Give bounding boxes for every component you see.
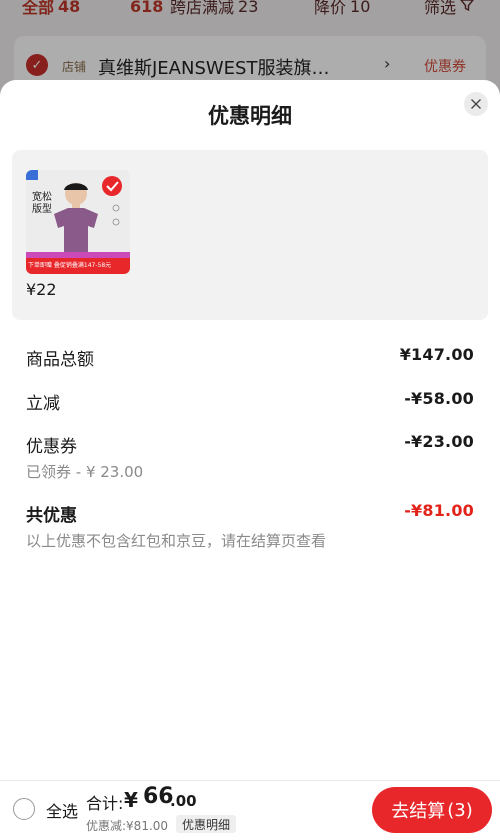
checkout-label: 去结算 xyxy=(391,801,446,822)
product-image xyxy=(26,170,130,274)
select-all-radio[interactable] xyxy=(13,798,35,820)
coupon-label: 优惠券 xyxy=(26,437,77,457)
instant-discount-label: 立减 xyxy=(26,394,60,414)
product-badge-line1: 宽松 xyxy=(32,192,52,203)
product-thumbnail[interactable]: 宽松 版型 下单即赠 叠促销叠满147-58元 xyxy=(26,170,130,274)
discount-detail-sheet: 优惠明细 宽松 版型 下单即赠 叠促销叠满147-58元 ¥22 商品总额 ¥1… xyxy=(0,80,500,780)
discount-summary: 优惠减:¥81.00 xyxy=(86,819,169,833)
coupon-note: 已领券 - ¥ 23.00 xyxy=(26,463,144,481)
instant-discount-value: -¥58.00 xyxy=(404,389,474,408)
close-icon xyxy=(470,95,482,114)
close-button[interactable] xyxy=(464,92,488,116)
sum-label: 合计: xyxy=(86,794,124,813)
discount-detail-button[interactable]: 优惠明细 xyxy=(176,815,237,833)
checkout-bar: 全选 合计: ¥ 66 .00 优惠减:¥81.00 优惠明细 去结算 (3) xyxy=(0,780,500,840)
goods-total-label: 商品总额 xyxy=(26,350,94,370)
product-promo-banner: 下单即赠 叠促销叠满147-58元 xyxy=(28,262,112,269)
product-price: ¥22 xyxy=(26,280,57,299)
checkout-count: (3) xyxy=(447,799,473,821)
select-all-label[interactable]: 全选 xyxy=(46,798,78,822)
checkout-button[interactable]: 去结算 (3) xyxy=(372,787,492,833)
coupon-value: -¥23.00 xyxy=(404,432,474,451)
total-discount-value: -¥81.00 xyxy=(404,501,474,520)
sheet-title: 优惠明细 xyxy=(208,104,292,128)
product-badge-line2: 版型 xyxy=(32,204,52,215)
product-list: 宽松 版型 下单即赠 叠促销叠满147-58元 ¥22 xyxy=(12,150,488,320)
total-discount-note: 以上优惠不包含红包和京豆，请在结算页查看 xyxy=(26,532,327,550)
product-badge: 宽松 版型 xyxy=(32,192,52,216)
total-discount-label: 共优惠 xyxy=(26,506,77,526)
sum-currency: ¥ xyxy=(124,788,138,812)
goods-total-value: ¥147.00 xyxy=(399,345,474,364)
sum-decimal: .00 xyxy=(170,792,197,810)
